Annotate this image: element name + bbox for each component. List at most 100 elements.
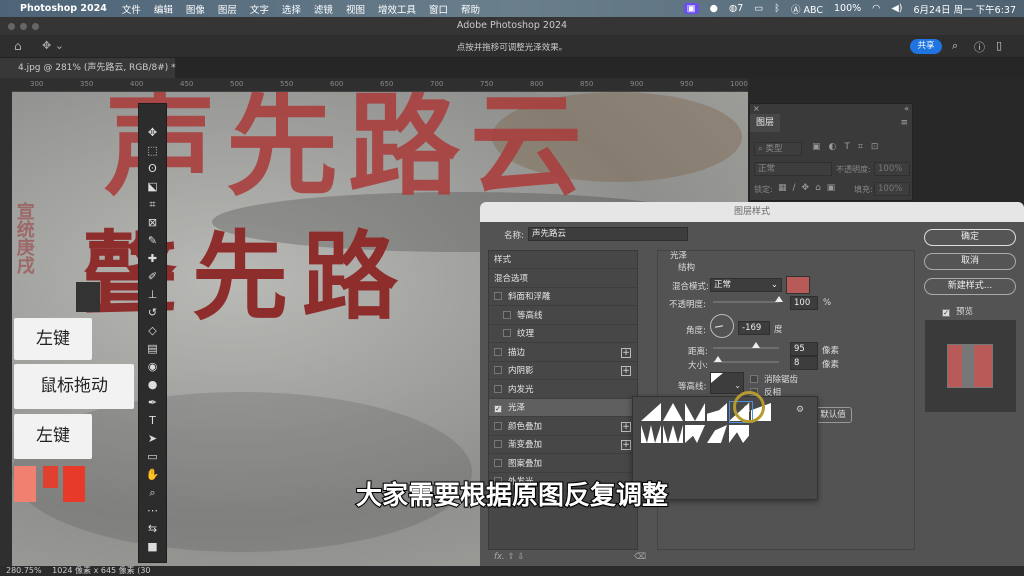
angle-input[interactable]: -169 xyxy=(738,321,770,335)
pen-tool-icon[interactable]: ✒ xyxy=(148,396,157,410)
contour-preset[interactable] xyxy=(685,403,705,421)
opacity-input[interactable]: 100 xyxy=(790,296,818,310)
menu-item[interactable]: 滤镜 xyxy=(314,2,333,16)
document-tab[interactable]: 4.jpg @ 281% (声先路云, RGB/8#) * xyxy=(0,58,176,78)
distance-input[interactable]: 95 xyxy=(790,342,818,356)
lock-icons[interactable]: ▦/✥⌂▣ xyxy=(778,183,841,193)
collapse-panel-icon[interactable]: « xyxy=(904,104,909,113)
lasso-tool-icon[interactable]: ʘ xyxy=(148,162,157,176)
menu-item[interactable]: 窗口 xyxy=(429,2,448,16)
style-item[interactable]: 颜色叠加 + xyxy=(489,418,637,436)
style-checkbox[interactable] xyxy=(503,310,511,319)
volume-icon[interactable]: ◀) xyxy=(891,3,902,14)
menu-item[interactable]: 图像 xyxy=(186,2,205,16)
style-checkbox[interactable] xyxy=(494,458,502,467)
ok-button[interactable]: 确定 xyxy=(924,229,1016,246)
type-tool-icon[interactable]: T xyxy=(149,414,156,428)
gradient-tool-icon[interactable]: ▤ xyxy=(147,342,157,356)
preview-checkbox[interactable]: ✓ 预览 xyxy=(942,305,973,317)
tab-layers[interactable]: 图层 xyxy=(750,114,780,132)
contour-preset[interactable] xyxy=(707,425,727,443)
style-item[interactable]: 等高线 xyxy=(489,307,637,325)
stamp-tool-icon[interactable]: ⊥ xyxy=(148,288,158,302)
object-select-tool-icon[interactable]: ⬕ xyxy=(147,180,157,194)
add-style-icon[interactable]: + xyxy=(621,421,631,432)
style-item[interactable]: 纹理 xyxy=(489,325,637,343)
style-checkbox[interactable] xyxy=(494,366,502,374)
size-input[interactable]: 8 xyxy=(790,356,818,370)
layer-filter-icons[interactable]: ▣◐T⌗⊡ xyxy=(812,142,886,152)
new-style-button[interactable]: 新建样式... xyxy=(924,278,1016,295)
size-slider-thumb[interactable] xyxy=(714,356,722,362)
style-item[interactable]: 描边 + xyxy=(489,344,637,362)
name-input[interactable]: 声先路云 xyxy=(528,227,688,241)
opacity-slider-thumb[interactable] xyxy=(775,296,783,302)
style-checkbox[interactable] xyxy=(494,384,502,393)
menu-item[interactable]: 视图 xyxy=(346,2,365,16)
contour-preset[interactable] xyxy=(707,403,727,421)
opacity-slider[interactable] xyxy=(713,301,779,303)
close-panel-icon[interactable]: × xyxy=(753,104,760,113)
eyedropper-tool-icon[interactable]: ✎ xyxy=(148,234,157,248)
add-style-icon[interactable]: + xyxy=(621,347,631,358)
style-item[interactable]: 内阴影 + xyxy=(489,362,637,380)
panel-toggle-icon[interactable]: ▯ xyxy=(996,39,1002,52)
panel-menu-icon[interactable]: ≡ xyxy=(900,118,908,128)
app-menu[interactable]: Photoshop 2024 xyxy=(20,3,107,14)
screen-record-icon[interactable]: ▣ xyxy=(683,3,699,14)
style-item[interactable]: 混合选项 xyxy=(489,270,637,288)
menu-item[interactable]: 增效工具 xyxy=(378,2,416,16)
menu-item[interactable]: 文件 xyxy=(122,2,141,16)
antialias-checkbox[interactable]: 消除锯齿 xyxy=(750,373,798,385)
menu-item[interactable]: 编辑 xyxy=(154,2,173,16)
eraser-tool-icon[interactable]: ◇ xyxy=(148,324,156,338)
collapsed-panel[interactable] xyxy=(76,282,100,312)
add-style-icon[interactable]: + xyxy=(621,366,631,376)
size-slider[interactable] xyxy=(713,361,779,363)
history-brush-icon[interactable]: ↺ xyxy=(148,306,157,320)
datetime[interactable]: 6月24日 周一 下午6:37 xyxy=(913,2,1016,16)
dodge-tool-icon[interactable]: ● xyxy=(148,378,158,392)
layer-opacity-input[interactable]: 100% xyxy=(874,162,910,176)
brush-tool-icon[interactable]: ✐ xyxy=(148,270,157,284)
frame-tool-icon[interactable]: ⊠ xyxy=(148,216,157,230)
bluetooth-icon[interactable]: ᛒ xyxy=(774,3,780,14)
search-icon[interactable]: ⌕ xyxy=(952,39,958,53)
move-tool-icon[interactable]: ✥ xyxy=(148,126,157,140)
blend-mode-select[interactable]: 正常 ⌄ xyxy=(710,278,782,292)
gear-icon[interactable]: ⚙ xyxy=(796,405,804,415)
fx-icon[interactable]: fx. ⇧ ⇩ xyxy=(494,552,524,562)
layer-fill-input[interactable]: 100% xyxy=(874,182,910,196)
crop-tool-icon[interactable]: ⌗ xyxy=(149,198,155,212)
qq-icon[interactable]: ● xyxy=(710,3,718,14)
display-icon[interactable]: ▭ xyxy=(754,3,763,14)
layer-filter-select[interactable]: ⌕ 类型 xyxy=(754,142,802,156)
style-item[interactable]: ✓ 光泽 xyxy=(489,399,637,417)
contour-preset[interactable] xyxy=(641,425,661,443)
color-swatches-icon[interactable]: ■ xyxy=(147,540,157,554)
path-select-tool-icon[interactable]: ➤ xyxy=(148,432,157,446)
satin-color-swatch[interactable] xyxy=(786,276,810,294)
share-button[interactable]: 共享 xyxy=(910,39,942,54)
cancel-button[interactable]: 取消 xyxy=(924,253,1016,270)
healing-tool-icon[interactable]: ✚ xyxy=(148,252,157,266)
distance-slider-thumb[interactable] xyxy=(752,342,760,348)
style-checkbox[interactable] xyxy=(494,292,502,300)
close-window-button[interactable] xyxy=(8,23,15,30)
menu-item[interactable]: 选择 xyxy=(282,2,301,16)
menu-item[interactable]: 文字 xyxy=(250,2,269,16)
contour-preset[interactable] xyxy=(729,425,749,443)
angle-dial[interactable] xyxy=(710,314,734,338)
delete-icon[interactable]: ⌫ xyxy=(634,552,646,562)
marquee-tool-icon[interactable]: ⬚ xyxy=(147,144,157,158)
layer-blend-select[interactable]: 正常 xyxy=(754,162,832,176)
style-checkbox[interactable] xyxy=(503,329,511,337)
style-item[interactable]: 渐变叠加 + xyxy=(489,436,637,454)
zoom-level[interactable]: 280.75% xyxy=(6,566,42,575)
add-style-icon[interactable]: + xyxy=(621,440,631,450)
style-item[interactable]: 斜面和浮雕 xyxy=(489,288,637,306)
style-item[interactable]: 内发光 xyxy=(489,381,637,399)
contour-picker[interactable]: ⌄ xyxy=(710,372,744,394)
minimize-window-button[interactable] xyxy=(20,23,27,30)
style-checkbox[interactable] xyxy=(494,421,502,430)
